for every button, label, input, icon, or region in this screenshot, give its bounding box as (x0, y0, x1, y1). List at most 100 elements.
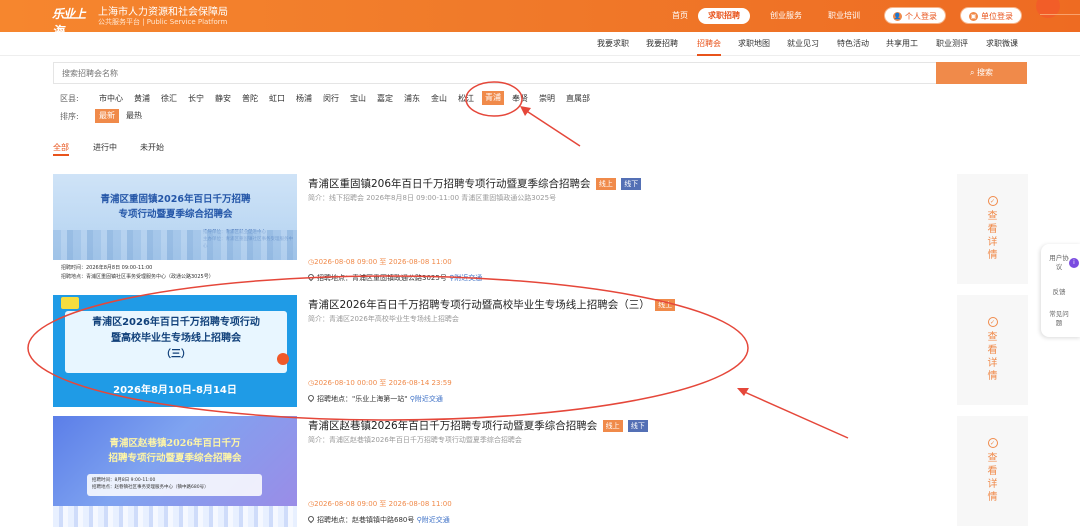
site-logo[interactable]: 乐业上海 (52, 5, 94, 38)
brand-subtitle: 公共服务平台 | Public Service Platform (98, 18, 228, 26)
card-banner-image[interactable]: 青浦区重固镇2026年百日千万招聘 专项行动暨夏季综合招聘会 指导单位：青浦区就… (53, 174, 297, 286)
location-pin-icon (306, 393, 316, 403)
annotation-arrow-district (521, 107, 581, 147)
org-login-button[interactable]: ▣ 单位登录 (960, 7, 1022, 24)
tab-all[interactable]: 全部 (53, 142, 69, 156)
job-fair-card: 青浦区2026年百日千万招聘专项行动 暨高校毕业生专场线上招聘会 （三） 202… (53, 295, 1028, 409)
subnav-job-fair[interactable]: 招聘会 (697, 32, 721, 56)
location-pin-icon (306, 272, 316, 282)
card-address: 招聘地点：赵巷镇镇中路680号 ⚲附近交通 (306, 514, 450, 525)
card-intro: 简介：线下招聘会 2026年8月8日 09:00-11:00 青浦区重固镇政通公… (308, 194, 557, 202)
district-item[interactable]: 奉贤 (512, 93, 528, 105)
district-item[interactable]: 长宁 (188, 93, 204, 105)
search-input[interactable] (54, 63, 937, 83)
view-detail-button[interactable]: ✓ 查看详情 (957, 295, 1028, 405)
district-item[interactable]: 直属部 (566, 93, 590, 105)
card-time: ◷2026-08-08 09:00 至 2026-08-08 11:00 (308, 258, 452, 266)
district-item[interactable]: 静安 (215, 93, 231, 105)
brand-title: 上海市人力资源和社会保障局 (98, 7, 228, 18)
personal-login-button[interactable]: 👤 个人登录 (884, 7, 946, 24)
subnav-shared-labor[interactable]: 共享用工 (886, 32, 918, 56)
nearby-transport-link[interactable]: ⚲附近交通 (449, 274, 482, 282)
nearby-transport-link[interactable]: ⚲附近交通 (410, 395, 443, 403)
check-circle-icon: ✓ (987, 196, 998, 206)
banner-title: 青浦区2026年百日千万招聘专项行动 暨高校毕业生专场线上招聘会 （三） (92, 317, 260, 360)
search-icon: ⌕ (969, 68, 978, 77)
district-item[interactable]: 杨浦 (296, 93, 312, 105)
tag-online: 线上 (595, 178, 616, 190)
banner-info: 招聘时间：2026年8月8日 09:00-11:00 招聘地点：青浦区重固镇社区… (53, 260, 297, 286)
annotation-arrowhead (520, 106, 531, 116)
district-item[interactable]: 宝山 (350, 93, 366, 105)
tag-online: 线上 (655, 299, 676, 311)
subnav-job-seek[interactable]: 我要求职 (597, 32, 629, 56)
nearby-transport-link[interactable]: ⚲附近交通 (417, 516, 450, 524)
city-skyline (53, 506, 297, 527)
view-detail-button[interactable]: ✓ 查看详情 (957, 416, 1028, 526)
city-skyline (53, 230, 297, 260)
district-label: 区县: (60, 94, 79, 103)
feedback-link[interactable]: 反馈 (1049, 288, 1069, 297)
job-fair-card: 青浦区重固镇2026年百日千万招聘 专项行动暨夏季综合招聘会 指导单位：青浦区就… (53, 174, 1028, 288)
card-time: ◷2026-08-10 00:00 至 2026-08-14 23:59 (308, 379, 452, 387)
topnav-job-recruit[interactable]: 求职招聘 (698, 8, 750, 24)
topnav-home[interactable]: 首页 (672, 8, 688, 24)
user-agreement-link[interactable]: 用户协议 (1049, 254, 1069, 272)
topnav-startup[interactable]: 创业服务 (770, 8, 802, 24)
banner-title: 青浦区重固镇2026年百日千万招聘 专项行动暨夏季综合招聘会 (100, 194, 251, 220)
card-intro: 简介：青浦区2026年高校毕业生专场线上招聘会 (308, 315, 459, 323)
subnav-internship[interactable]: 就业见习 (787, 32, 819, 56)
card-address: 招聘地点："乐业上海第一站" ⚲附近交通 (306, 393, 443, 404)
card-banner-image[interactable]: 青浦区2026年百日千万招聘专项行动 暨高校毕业生专场线上招聘会 （三） 202… (53, 295, 297, 407)
banner-title: 青浦区赵巷镇2026年百日千万 招聘专项行动暨夏季综合招聘会 (108, 438, 242, 464)
district-item[interactable]: 浦东 (404, 93, 420, 105)
district-item[interactable]: 金山 (431, 93, 447, 105)
card-time: ◷2026-08-08 09:00 至 2026-08-08 11:00 (308, 500, 452, 508)
topnav-training[interactable]: 职业培训 (828, 8, 860, 24)
info-badge-icon: i (1069, 258, 1079, 268)
tab-upcoming[interactable]: 未开始 (140, 142, 164, 156)
subnav-micro-course[interactable]: 求职微课 (986, 32, 1018, 56)
card-title[interactable]: 青浦区赵巷镇2026年百日千万招聘专项行动暨夏季综合招聘会 线上 线下 (308, 418, 648, 433)
card-banner-image[interactable]: 青浦区赵巷镇2026年百日千万 招聘专项行动暨夏季综合招聘会 招聘时间：8月8日… (53, 416, 297, 527)
search-box (53, 62, 937, 84)
sort-label: 排序: (60, 112, 79, 121)
tag-offline: 线下 (621, 178, 642, 190)
decor-dot (277, 353, 289, 365)
view-detail-button[interactable]: ✓ 查看详情 (957, 174, 1028, 284)
faq-link[interactable]: 常见问题 (1049, 310, 1069, 328)
district-item[interactable]: 黄浦 (134, 93, 150, 105)
decor-circle (1036, 0, 1060, 18)
subnav-special[interactable]: 特色活动 (837, 32, 869, 56)
tag-online: 线上 (602, 420, 623, 432)
user-icon: 👤 (893, 12, 902, 21)
location-pin-icon (306, 514, 316, 524)
district-item[interactable]: 闵行 (323, 93, 339, 105)
check-circle-icon: ✓ (987, 438, 998, 448)
card-title[interactable]: 青浦区2026年百日千万招聘专项行动暨高校毕业生专场线上招聘会（三） 线上 (308, 297, 676, 312)
secondary-nav: 我要求职 我要招聘 招聘会 求职地图 就业见习 特色活动 共享用工 职业测评 求… (0, 32, 1080, 56)
subnav-recruit[interactable]: 我要招聘 (646, 32, 678, 56)
search-button[interactable]: ⌕ 搜索 (936, 62, 1027, 84)
banner-date: 2026年8月10日-8月14日 (113, 385, 237, 396)
floating-side-panel: i 用户协议 反馈 常见问题 (1041, 244, 1080, 337)
decor-line (1040, 14, 1080, 15)
top-header: 乐业上海 上海市人力资源和社会保障局 公共服务平台 | Public Servi… (0, 0, 1080, 38)
district-item[interactable]: 普陀 (242, 93, 258, 105)
district-item[interactable]: 徐汇 (161, 93, 177, 105)
sort-hottest[interactable]: 最热 (126, 109, 142, 123)
tab-ongoing[interactable]: 进行中 (93, 142, 117, 156)
sort-newest[interactable]: 最新 (95, 109, 119, 123)
district-item[interactable]: 崇明 (539, 93, 555, 105)
subnav-assessment[interactable]: 职业测评 (936, 32, 968, 56)
district-item-active[interactable]: 青浦 (482, 91, 504, 105)
district-item[interactable]: 松江 (458, 93, 474, 105)
card-title[interactable]: 青浦区重固镇206年百日千万招聘专项行动暨夏季综合招聘会 线上 线下 (308, 176, 642, 191)
district-item[interactable]: 市中心 (99, 93, 123, 105)
banner-info: 招聘时间：8月8日 9:00-11:00 招聘地点：赵巷镇社区事务受理服务中心（… (87, 474, 262, 496)
district-item[interactable]: 虹口 (269, 93, 285, 105)
subnav-job-map[interactable]: 求职地图 (738, 32, 770, 56)
job-fair-card: 青浦区赵巷镇2026年百日千万 招聘专项行动暨夏季综合招聘会 招聘时间：8月8日… (53, 416, 1028, 527)
district-item[interactable]: 嘉定 (377, 93, 393, 105)
card-intro: 简介：青浦区赵巷镇2026年百日千万招聘专项行动暨夏季综合招聘会 (308, 436, 522, 444)
